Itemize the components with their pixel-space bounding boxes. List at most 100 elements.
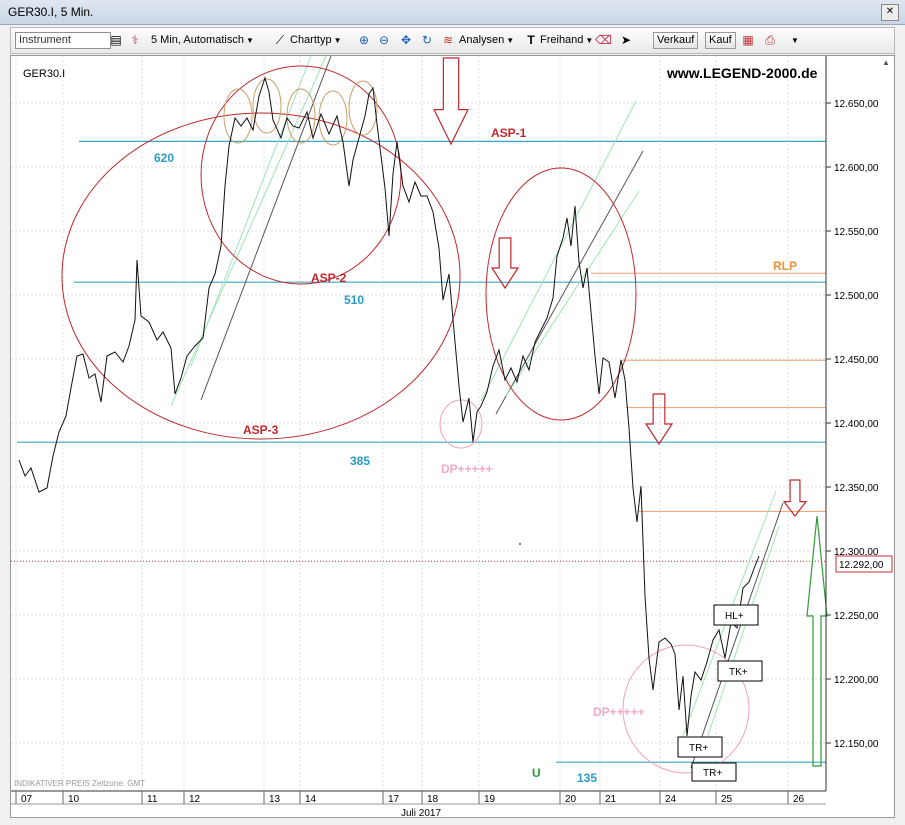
- channel-line: [690, 502, 784, 769]
- price-chart[interactable]: 12.650,00 12.600,00 12.550,00 12.500,00 12.4…: [11, 56, 894, 817]
- date-tick-label: 14: [305, 794, 317, 805]
- chevron-down-icon: ▼: [333, 36, 342, 45]
- u-label: U: [532, 766, 541, 780]
- indicator-icon[interactable]: ⚕: [128, 32, 142, 49]
- date-axis: 07 10 11 12 13 14 17 18 19 20 21 24 25 26: [11, 790, 826, 805]
- analysis-circles: [61, 65, 750, 774]
- text-tool-icon[interactable]: T: [524, 32, 538, 49]
- date-tick-label: 12: [189, 794, 201, 805]
- price-tick-label: 12.500,00: [834, 291, 879, 302]
- refresh-icon[interactable]: ↻: [420, 32, 434, 49]
- date-tick-label: 20: [565, 794, 577, 805]
- level-385-label: 385: [350, 454, 370, 468]
- charttype-icon[interactable]: ⟋: [273, 32, 287, 49]
- price-axis: 12.650,00 12.600,00 12.550,00 12.500,00 12.4…: [825, 56, 879, 791]
- level-510-label: 510: [344, 293, 364, 307]
- fit-icon[interactable]: ✥: [399, 32, 413, 49]
- window-title: GER30.I, 5 Min.: [8, 5, 94, 19]
- top-oval: [223, 88, 253, 144]
- tr-label-2: TR+: [703, 768, 722, 779]
- freihand-label: Freihand: [540, 34, 584, 46]
- verkauf-button[interactable]: Verkauf: [653, 32, 699, 49]
- date-tick-label: 07: [21, 794, 33, 805]
- price-tick-label: 12.250,00: [834, 611, 879, 622]
- eraser-icon[interactable]: ⌫: [595, 32, 612, 49]
- date-tick-label: 17: [388, 794, 400, 805]
- chart-area[interactable]: ▲ 12.650,00 12.600,00 12.550,00 12.500,00 12…: [10, 55, 895, 818]
- price-tick-label: 12.150,00: [834, 739, 879, 750]
- channel-line: [505, 190, 640, 397]
- date-tick-label: 25: [721, 794, 733, 805]
- asp3-label: ASP-3: [243, 423, 279, 437]
- chevron-down-icon[interactable]: ▼: [791, 36, 799, 45]
- analysen-dropdown[interactable]: Analysen ▼: [459, 32, 514, 49]
- circle-mid: [485, 167, 637, 421]
- chevron-down-icon: ▼: [585, 36, 594, 45]
- price-tick-label: 12.400,00: [834, 419, 879, 430]
- asp2-label: ASP-2: [311, 271, 347, 285]
- annotation-labels: [518, 542, 522, 546]
- dp-label-1: DP+++++: [441, 462, 493, 476]
- current-price-label: 12.292,00: [839, 560, 884, 571]
- zoom-out-icon[interactable]: ⊖: [377, 32, 391, 49]
- analysen-label: Analysen: [459, 34, 505, 46]
- tk-label: TK+: [729, 667, 748, 678]
- month-label: Juli 2017: [401, 808, 441, 817]
- price-tick-label: 12.200,00: [834, 675, 879, 686]
- level-620-label: 620: [154, 151, 174, 165]
- instrument-input[interactable]: Instrument: [15, 32, 111, 49]
- circle-asp2: [200, 65, 402, 285]
- window-titlebar: GER30.I, 5 Min. ✕: [0, 0, 905, 25]
- instrument-list-icon[interactable]: ▤: [109, 32, 123, 49]
- date-tick-label: 24: [665, 794, 677, 805]
- date-tick-label: 19: [484, 794, 496, 805]
- channel-line: [200, 56, 332, 401]
- down-arrow-4: [782, 479, 808, 517]
- date-tick-label: 26: [793, 794, 805, 805]
- annotation-arrows: [433, 57, 828, 767]
- date-tick-label: 21: [605, 794, 617, 805]
- marker-dot: [518, 542, 522, 546]
- tr-label-1: TR+: [689, 743, 708, 754]
- cursor-icon[interactable]: ➤: [619, 32, 633, 49]
- print-icon[interactable]: ⎙: [763, 32, 777, 49]
- kauf-button[interactable]: Kauf: [705, 32, 736, 49]
- price-tick-label: 12.350,00: [834, 483, 879, 494]
- analysis-icon[interactable]: ≋: [441, 32, 455, 49]
- charttype-label: Charttyp: [290, 34, 332, 46]
- price-tick-label: 12.650,00: [834, 99, 879, 110]
- price-line: [18, 76, 760, 737]
- chevron-down-icon: ▼: [245, 36, 254, 45]
- down-arrow-2: [490, 237, 520, 290]
- symbol-label: GER30.I: [23, 68, 65, 80]
- footer-note: INDIKATIVER PREIS Zeitzone: GMT: [14, 779, 145, 788]
- close-icon[interactable]: ✕: [881, 4, 899, 21]
- up-arrow-green: [806, 515, 828, 767]
- chart-toolbar: Instrument ▤ ⚕ 5 Min, Automatisch ▼ ⟋ Cha…: [10, 27, 895, 54]
- level-135-label: 135: [577, 771, 597, 785]
- scroll-up-icon[interactable]: ▲: [880, 58, 892, 68]
- date-tick-label: 11: [147, 794, 158, 805]
- asp1-label: ASP-1: [491, 126, 527, 140]
- interval-dropdown[interactable]: 5 Min, Automatisch ▼: [151, 32, 254, 49]
- horizontal-levels: [11, 140, 826, 763]
- price-tick-label: 12.600,00: [834, 163, 879, 174]
- channel-line: [170, 56, 327, 407]
- interval-label: 5 Min, Automatisch: [151, 34, 244, 46]
- hl-label: HL+: [725, 611, 744, 622]
- price-tick-label: 12.450,00: [834, 355, 879, 366]
- top-oval: [318, 90, 348, 146]
- dp-label-2: DP+++++: [593, 705, 645, 719]
- watermark: www.LEGEND-2000.de: [666, 65, 818, 81]
- price-tick-label: 12.550,00: [834, 227, 879, 238]
- freihand-dropdown[interactable]: Freihand ▼: [540, 32, 593, 49]
- date-tick-label: 13: [269, 794, 281, 805]
- zoom-in-icon[interactable]: ⊕: [357, 32, 371, 49]
- rlp-label: RLP: [773, 259, 797, 273]
- down-arrow-3: [644, 393, 674, 446]
- down-arrow-1: [433, 57, 469, 146]
- chevron-down-icon: ▼: [506, 36, 515, 45]
- date-tick-label: 18: [427, 794, 439, 805]
- charttype-dropdown[interactable]: Charttyp ▼: [290, 32, 342, 49]
- chart-window-icon[interactable]: ▦: [741, 32, 755, 49]
